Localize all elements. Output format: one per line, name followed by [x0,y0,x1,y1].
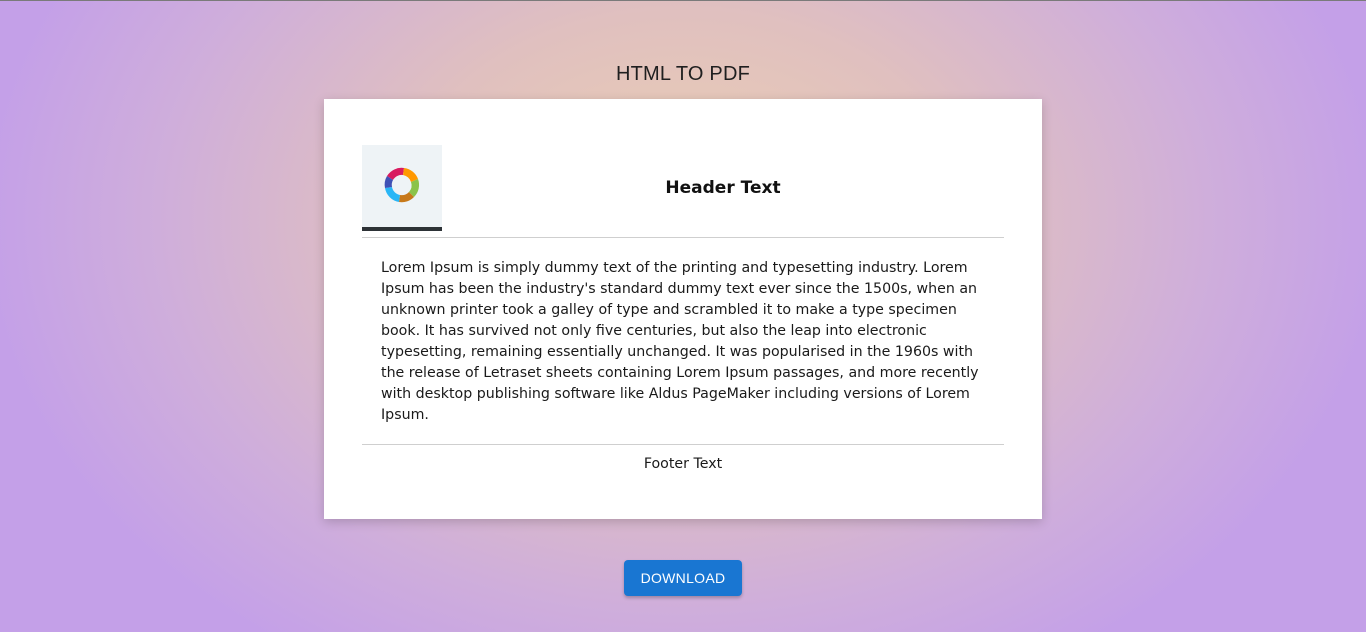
document-footer-text: Footer Text [643,456,723,472]
document-body-text: Lorem Ipsum is simply dummy text of the … [381,260,979,423]
page-title: HTML TO PDF [615,63,751,85]
footer-divider [362,444,1004,445]
aperture-ring-logo-icon [362,145,442,231]
header-divider [362,237,1004,238]
pdf-document-preview: Header Text Lorem Ipsum is simply dummy … [324,99,1042,519]
document-header-text: Header Text [665,178,781,198]
logo-footer-bar [362,227,442,231]
download-button[interactable]: DOWNLOAD [624,560,742,596]
